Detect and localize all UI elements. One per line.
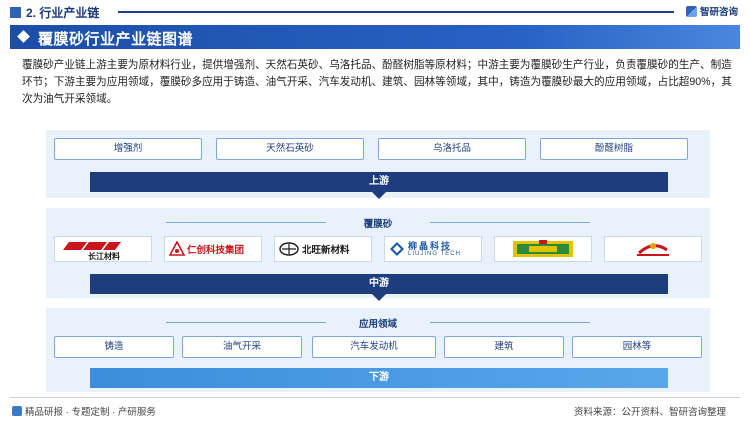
footer-source: 资料来源：公开资料、智研咨询整理: [574, 407, 727, 418]
industry-chain-diagram: 增强剂 天然石英砂 乌洛托品 酚醛树脂 上游 覆膜砂 长江材料 仁创科技集团 北…: [46, 130, 710, 392]
header-divider: [118, 11, 674, 13]
upstream-item: 天然石英砂: [216, 138, 364, 160]
section-label: 2. 行业产业链: [10, 4, 99, 21]
brand-icon: [686, 6, 697, 17]
top-header: 2. 行业产业链 智研咨询: [0, 0, 750, 22]
page-title: 覆膜砂行业产业链图谱: [38, 31, 194, 48]
title-bar: 覆膜砂行业产业链图谱: [10, 25, 740, 49]
yellow-green-logo: [513, 240, 573, 257]
downstream-item: 汽车发动机: [312, 336, 436, 358]
downstream-item: 园林等: [572, 336, 702, 358]
footer-divider: [10, 397, 740, 398]
divider-line: [430, 222, 590, 223]
description-paragraph: 覆膜砂产业链上游主要为原材料行业，提供增强剂、天然石英砂、乌洛托品、酚醛树脂等原…: [22, 59, 732, 105]
divider-line: [430, 322, 590, 323]
down-arrow-icon: [372, 294, 386, 301]
section-text: 2. 行业产业链: [26, 6, 100, 20]
midstream-title: 覆膜砂: [363, 219, 393, 230]
company-logo-yellow: [494, 236, 592, 262]
down-arrow-icon: [372, 192, 386, 199]
upstream-stage-bar: 上游: [90, 172, 668, 192]
downstream-title: 应用领域: [358, 319, 397, 330]
upstream-item: 酚醛树脂: [540, 138, 688, 160]
downstream-item: 油气开采: [182, 336, 302, 358]
red-swoosh-logo: [637, 243, 669, 256]
footer-slogan: 精品研报 · 专题定制 · 产研服务: [12, 404, 156, 418]
downstream-stage-bar: 下游: [90, 368, 668, 388]
downstream-item: 铸造: [54, 336, 174, 358]
upstream-item: 增强剂: [54, 138, 202, 160]
renchuang-logo: [169, 241, 185, 256]
upstream-item: 乌洛托品: [378, 138, 526, 160]
logo-subtext: LIUJING TECH: [408, 251, 461, 257]
footer-slogan-text: 精品研报 · 专题定制 · 产研服务: [25, 407, 156, 418]
downstream-item: 建筑: [444, 336, 564, 358]
company-logo-changjiang: 长江材料: [54, 236, 152, 262]
diamond-icon: [17, 30, 30, 43]
midstream-stage-bar: 中游: [90, 274, 668, 294]
company-logo-liujing: 柳晶科技 LIUJING TECH: [384, 236, 482, 262]
brand-text: 智研咨询: [700, 7, 739, 18]
brand-logo: 智研咨询: [686, 4, 738, 18]
logo-text: 仁创科技集团: [187, 245, 245, 256]
brand-small-icon: [12, 406, 22, 416]
beiwang-logo: [279, 242, 299, 256]
company-logo-renchuang: 仁创科技集团: [164, 236, 262, 262]
logo-text: 北旺新材料: [302, 245, 350, 256]
section-square-icon: [10, 7, 21, 18]
company-logo-beiwang: 北旺新材料: [274, 236, 372, 262]
company-logo-red: [604, 236, 702, 262]
liujing-logo: [390, 242, 404, 256]
logo-text: 长江材料: [88, 252, 120, 261]
